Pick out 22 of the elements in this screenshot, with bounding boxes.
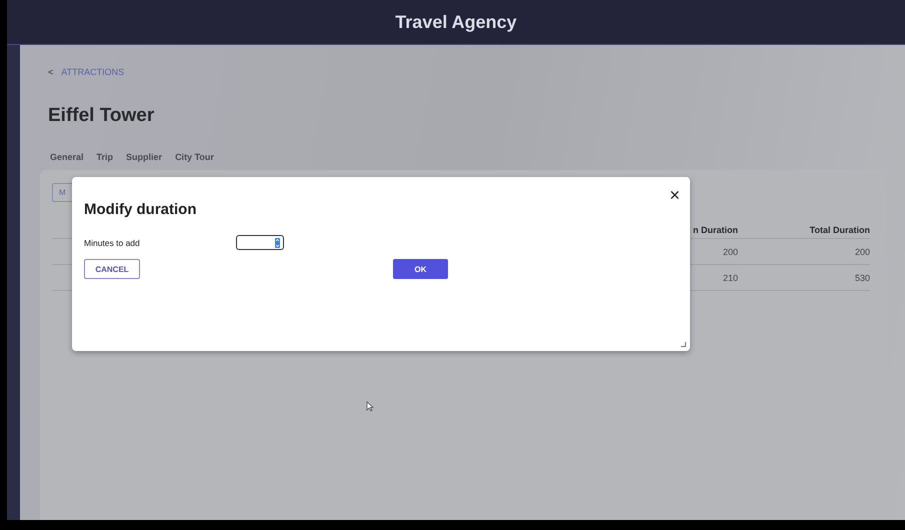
page-title: Eiffel Tower	[48, 105, 156, 127]
table-cell-text: 200	[854, 246, 870, 256]
tab[interactable]: City Tour	[175, 152, 214, 162]
tab[interactable]: Trip	[96, 152, 114, 162]
field-label: Minutes to add	[84, 238, 141, 248]
dialog-title: Modify duration	[84, 201, 198, 218]
cancel-button[interactable]: CANCEL	[84, 259, 140, 279]
cursor-icon	[366, 401, 374, 412]
app-title: Travel Agency	[395, 12, 517, 32]
ok-button[interactable]: OK	[393, 259, 448, 279]
close-button[interactable]: ×	[669, 186, 680, 204]
tab[interactable]: General	[50, 152, 84, 162]
back-link[interactable]: < ATTRACTIONS	[48, 67, 124, 77]
spinner-icon[interactable]	[275, 238, 280, 248]
table-cell-text: 200	[722, 246, 738, 256]
input-field[interactable]	[236, 235, 284, 250]
table-cell-text: 210	[722, 272, 738, 282]
column-header: n Duration	[692, 225, 738, 235]
table-cell-text: 530	[854, 272, 870, 282]
resize-grip-icon[interactable]	[681, 342, 686, 347]
tab[interactable]: Supplier	[126, 152, 162, 162]
column-header: Total Duration	[808, 225, 870, 235]
